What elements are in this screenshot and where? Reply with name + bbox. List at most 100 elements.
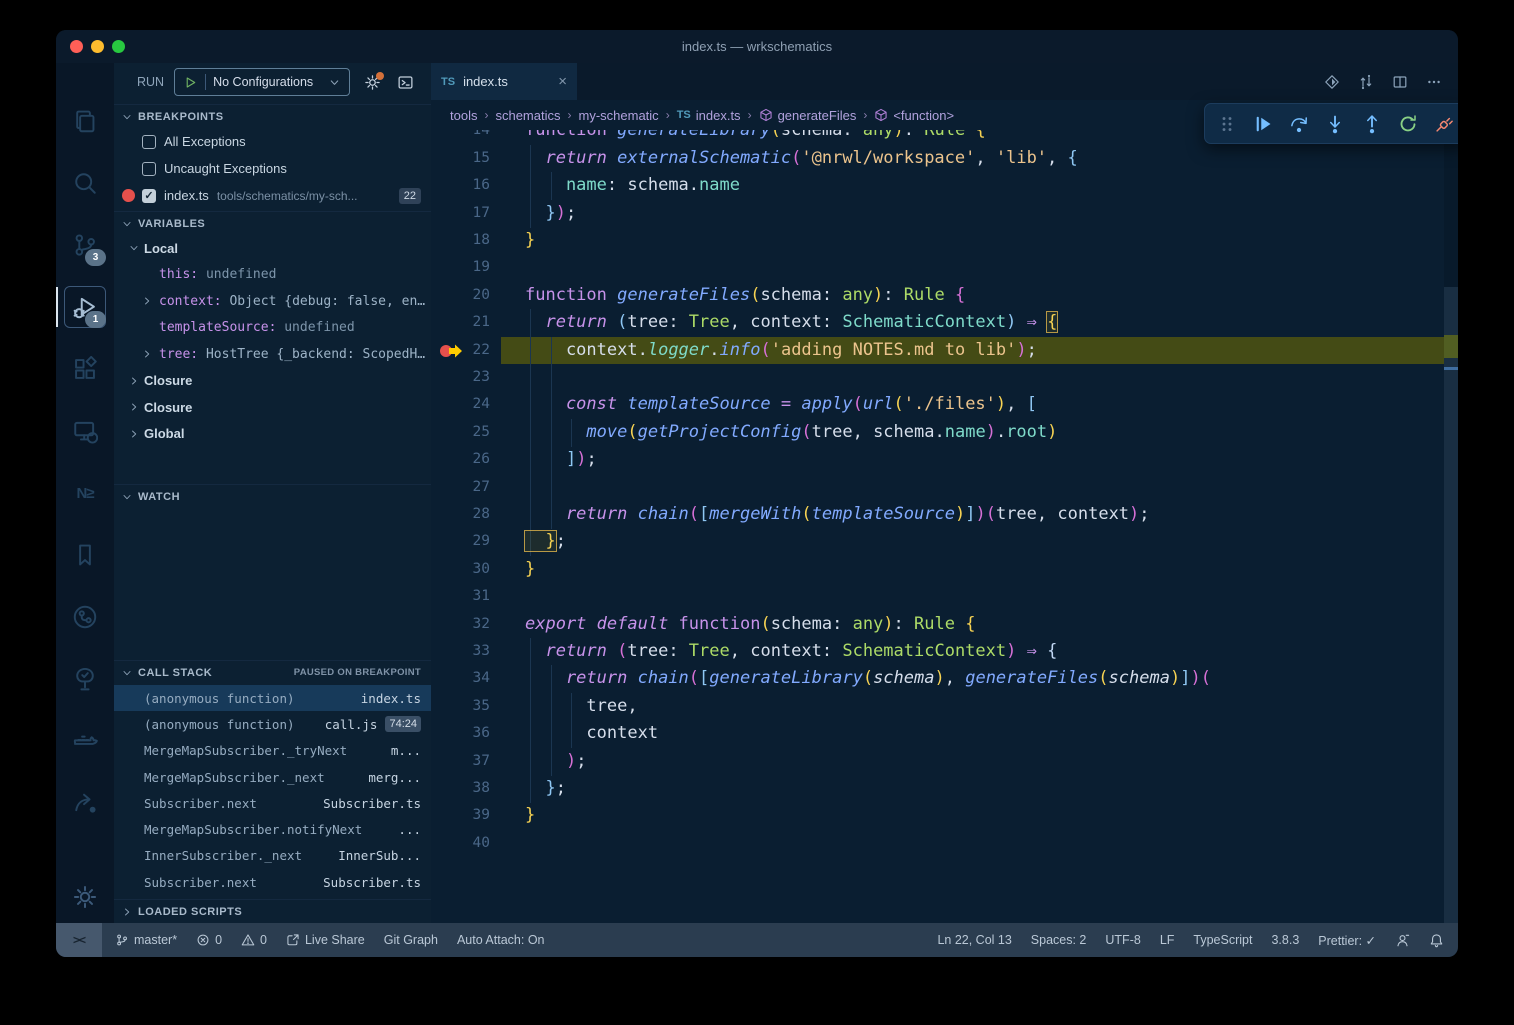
breakpoint-row[interactable]: All Exceptions xyxy=(114,128,431,155)
section-breakpoints[interactable]: BREAKPOINTS xyxy=(114,104,431,128)
breadcrumb-item[interactable]: my-schematic xyxy=(579,108,659,123)
line-number[interactable]: 28 xyxy=(431,501,490,529)
call-stack-frame[interactable]: Subscriber.nextSubscriber.ts xyxy=(114,869,431,895)
split-editor-button[interactable] xyxy=(1392,74,1408,90)
compare-changes-button[interactable] xyxy=(1358,74,1374,90)
line-number[interactable]: 16 xyxy=(431,172,490,200)
code-line-24[interactable]: 24 const templateSource = apply(url('./f… xyxy=(431,391,1444,419)
code-line-22[interactable]: 22 context.logger.info('adding NOTES.md … xyxy=(431,337,1444,365)
code-line-20[interactable]: 20function generateFiles(schema: any): R… xyxy=(431,282,1444,310)
line-number[interactable]: 24 xyxy=(431,391,490,419)
scrollbar[interactable] xyxy=(1444,130,1458,923)
line-number[interactable]: 21 xyxy=(431,309,490,337)
call-stack-frame[interactable]: MergeMapSubscriber._tryNextm... xyxy=(114,738,431,764)
status-item-git-branch[interactable]: master* xyxy=(115,933,177,947)
variable-scope-global[interactable]: Global xyxy=(114,421,431,448)
disconnect-button[interactable] xyxy=(1429,109,1458,139)
activity-item-manage[interactable] xyxy=(61,873,109,921)
line-number[interactable]: 17 xyxy=(431,200,490,228)
status-item-errors[interactable]: 0 xyxy=(196,933,222,947)
tab-index-ts[interactable]: TSindex.ts× xyxy=(431,63,577,100)
breadcrumb-item[interactable]: <function> xyxy=(874,108,954,123)
variable-row[interactable]: context: Object {debug: false, en… xyxy=(114,288,431,315)
breakpoint-row[interactable]: Uncaught Exceptions xyxy=(114,155,431,182)
line-number[interactable]: 26 xyxy=(431,446,490,474)
line-number[interactable]: 32 xyxy=(431,611,490,639)
call-stack-frame[interactable]: (anonymous function)index.ts xyxy=(114,685,431,711)
status-item-warnings[interactable]: 0 xyxy=(241,933,267,947)
line-number[interactable]: 40 xyxy=(431,830,490,858)
call-stack-frame[interactable]: MergeMapSubscriber.notifyNext... xyxy=(114,817,431,843)
status-item-git-graph[interactable]: Git Graph xyxy=(384,933,438,947)
restart-button[interactable] xyxy=(1393,109,1423,139)
status-item-cursor-position[interactable]: Ln 22, Col 13 xyxy=(937,933,1011,947)
more-actions-button[interactable] xyxy=(1426,74,1442,90)
section-watch[interactable]: WATCH xyxy=(114,484,431,508)
code-line-21[interactable]: 21 return (tree: Tree, context: Schemati… xyxy=(431,309,1444,337)
variable-scope-closure[interactable]: Closure xyxy=(114,368,431,395)
breadcrumb-item[interactable]: generateFiles xyxy=(759,108,857,123)
debug-settings-button[interactable] xyxy=(364,74,381,91)
activity-item-docker[interactable] xyxy=(61,717,109,765)
call-stack-frame[interactable]: InnerSubscriber._nextInnerSub... xyxy=(114,843,431,869)
activity-item-nx-console[interactable]: N≥ xyxy=(61,469,109,517)
scrollbar-slider[interactable] xyxy=(1444,287,1458,932)
status-item-ts-version[interactable]: 3.8.3 xyxy=(1271,933,1299,947)
variable-row[interactable]: templateSource: undefined xyxy=(114,315,431,342)
debug-configuration-dropdown[interactable]: No Configurations xyxy=(174,68,350,96)
drag-handle-button[interactable] xyxy=(1212,109,1242,139)
section-variables[interactable]: VARIABLES xyxy=(114,211,431,235)
code-line-26[interactable]: 26 ]); xyxy=(431,446,1444,474)
breadcrumb-item[interactable]: TSindex.ts xyxy=(677,108,741,123)
variable-scope-closure[interactable]: Closure xyxy=(114,394,431,421)
activity-item-remote-explorer[interactable] xyxy=(61,407,109,455)
activity-item-git-graph[interactable] xyxy=(61,593,109,641)
code-line-18[interactable]: 18} xyxy=(431,227,1444,255)
call-stack-frame[interactable]: MergeMapSubscriber._nextmerg... xyxy=(114,764,431,790)
section-call-stack[interactable]: CALL STACKPAUSED ON BREAKPOINT xyxy=(114,660,431,684)
status-item-live-share[interactable]: Live Share xyxy=(286,933,365,947)
activity-item-run-and-debug[interactable]: 1 xyxy=(61,283,109,331)
line-number[interactable]: 38 xyxy=(431,775,490,803)
status-item-language-mode[interactable]: TypeScript xyxy=(1193,933,1252,947)
continue-button[interactable] xyxy=(1248,109,1278,139)
call-stack-frame[interactable]: Subscriber.nextSubscriber.ts xyxy=(114,790,431,816)
breakpoint-checkbox[interactable]: ✓ xyxy=(142,189,156,203)
remote-indicator[interactable]: >< xyxy=(56,923,102,957)
activity-item-explorer[interactable] xyxy=(61,97,109,145)
breakpoint-checkbox[interactable] xyxy=(142,162,156,176)
status-item-prettier[interactable]: Prettier: ✓ xyxy=(1318,933,1376,948)
breadcrumb-item[interactable]: schematics xyxy=(495,108,560,123)
activity-item-live-share[interactable] xyxy=(61,779,109,827)
line-number[interactable]: 19 xyxy=(431,254,490,282)
code-line-15[interactable]: 15 return externalSchematic('@nrwl/works… xyxy=(431,145,1444,173)
step-over-button[interactable] xyxy=(1284,109,1314,139)
line-number[interactable]: 25 xyxy=(431,419,490,447)
line-number[interactable]: 31 xyxy=(431,583,490,611)
line-number[interactable]: 27 xyxy=(431,474,490,502)
step-out-button[interactable] xyxy=(1357,109,1387,139)
activity-item-source-control[interactable]: 3 xyxy=(61,221,109,269)
status-item-notifications[interactable] xyxy=(1429,933,1444,948)
line-number[interactable]: 35 xyxy=(431,693,490,721)
code-line-38[interactable]: 38 }; xyxy=(431,775,1444,803)
line-number[interactable]: 18 xyxy=(431,227,490,255)
code-line-30[interactable]: 30} xyxy=(431,556,1444,584)
line-number[interactable]: 23 xyxy=(431,364,490,392)
code-line-34[interactable]: 34 return chain([generateLibrary(schema)… xyxy=(431,665,1444,693)
line-number[interactable]: 33 xyxy=(431,638,490,666)
line-number[interactable]: 29 xyxy=(431,528,490,556)
code-line-17[interactable]: 17 }); xyxy=(431,200,1444,228)
code-line-19[interactable]: 19 xyxy=(431,254,1444,282)
variable-row[interactable]: tree: HostTree {_backend: ScopedH… xyxy=(114,341,431,368)
line-number[interactable]: 34 xyxy=(431,665,490,693)
line-number[interactable]: 37 xyxy=(431,748,490,776)
activity-item-testing[interactable] xyxy=(61,655,109,703)
code-area[interactable]: 14function generateLibrary(schema: any):… xyxy=(431,130,1458,923)
code-line-35[interactable]: 35 tree, xyxy=(431,693,1444,721)
tab-close-icon[interactable]: × xyxy=(558,73,567,90)
code-line-31[interactable]: 31 xyxy=(431,583,1444,611)
code-line-16[interactable]: 16 name: schema.name xyxy=(431,172,1444,200)
status-item-indentation[interactable]: Spaces: 2 xyxy=(1031,933,1087,947)
section-loaded-scripts[interactable]: LOADED SCRIPTS xyxy=(114,899,431,923)
